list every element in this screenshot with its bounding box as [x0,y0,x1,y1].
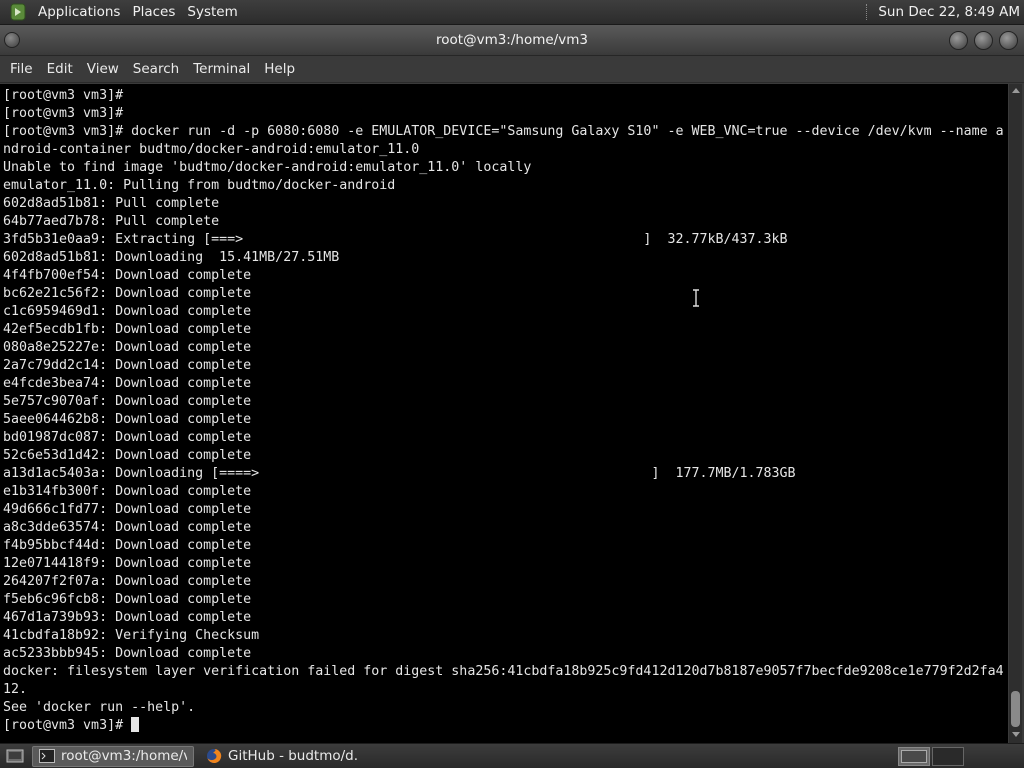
workspace-1[interactable] [898,747,930,766]
terminal-line: 4f4fb700ef54: Download complete [3,268,252,283]
prompt-line[interactable]: [root@vm3 vm3]# [3,717,1006,735]
terminal-line: a13d1ac5403a: Downloading [====> ] 177.7… [3,466,796,481]
terminal-line: 52c6e53d1d42: Download complete [3,448,252,463]
taskbar-item-firefox[interactable]: GitHub - budtmo/d... [200,746,365,767]
terminal-line: bc62e21c56f2: Download complete [3,286,252,301]
menu-edit[interactable]: Edit [40,61,80,77]
terminal-menubar: File Edit View Search Terminal Help [0,56,1024,83]
minimize-icon[interactable] [949,31,968,50]
terminal-line: e1b314fb300f: Download complete [3,484,252,499]
close-icon[interactable] [999,31,1018,50]
terminal-area: [root@vm3 vm3]# [root@vm3 vm3]# [root@vm3 … [0,84,1024,743]
window-menu-icon[interactable] [4,32,20,48]
prompt-text: [root@vm3 vm3]# [3,718,132,733]
system-menu[interactable]: System [181,4,243,20]
terminal-line: 49d666c1fd77: Download complete [3,502,252,517]
terminal-line: ndroid-container budtmo/docker-android:e… [3,142,420,157]
taskbar-item-terminal[interactable]: root@vm3:/home/v... [32,745,194,767]
top-panel: Applications Places System Sun Dec 22, 8… [0,0,1024,25]
ibeam-cursor-icon [693,289,699,307]
places-menu[interactable]: Places [126,4,181,20]
terminal-line: 264207f2f07a: Download complete [3,574,252,589]
terminal-line: emulator_11.0: Pulling from budtmo/docke… [3,178,396,193]
terminal-line: 2a7c79dd2c14: Download complete [3,358,252,373]
panel-clock[interactable]: Sun Dec 22, 8:49 AM [878,4,1024,20]
text-cursor [131,717,140,732]
terminal-line: docker: filesystem layer verification fa… [3,664,1004,679]
terminal-line: 080a8e25227e: Download complete [3,340,252,355]
terminal-line: 64b77aed7b78: Pull complete [3,214,220,229]
terminal-line: f5eb6c96fcb8: Download complete [3,592,252,607]
terminal-line: 3fd5b31e0aa9: Extracting [===> ] 32.77kB… [3,232,788,247]
show-desktop-icon[interactable] [4,747,26,765]
terminal-line: bd01987dc087: Download complete [3,430,252,445]
bottom-taskbar: root@vm3:/home/v... GitHub - budtmo/d... [0,743,1024,768]
terminal-line: 467d1a739b93: Download complete [3,610,252,625]
terminal-line: 5aee064462b8: Download complete [3,412,252,427]
taskbar-item-label: GitHub - budtmo/d... [228,748,359,764]
workspace-window-preview [901,750,927,763]
terminal-line: 602d8ad51b81: Pull complete [3,196,220,211]
terminal-line: 602d8ad51b81: Downloading 15.41MB/27.51M… [3,250,340,265]
menu-file[interactable]: File [3,61,40,77]
terminal-output[interactable]: [root@vm3 vm3]# [root@vm3 vm3]# [root@vm3 … [0,84,1008,743]
window-title: root@vm3:/home/vm3 [436,32,588,48]
terminal-line: 42ef5ecdb1fb: Download complete [3,322,252,337]
terminal-scrollbar[interactable] [1009,84,1022,743]
terminal-line: 5e757c9070af: Download complete [3,394,252,409]
terminal-line: 12e0714418f9: Download complete [3,556,252,571]
terminal-line: c1c6959469d1: Download complete [3,304,252,319]
terminal-line: See 'docker run --help'. [3,700,196,715]
terminal-line: a8c3dde63574: Download complete [3,520,252,535]
window-titlebar[interactable]: root@vm3:/home/vm3 [0,25,1024,56]
panel-separator [866,4,868,20]
terminal-line: [root@vm3 vm3]# docker run -d -p 6080:60… [3,124,1004,139]
scrollbar-thumb[interactable] [1011,691,1020,727]
terminal-line: 41cbdfa18b92: Verifying Checksum [3,628,260,643]
scroll-down-icon[interactable] [1009,729,1022,741]
terminal-line: e4fcde3bea74: Download complete [3,376,252,391]
terminal-icon [39,749,55,763]
menu-terminal[interactable]: Terminal [186,61,257,77]
scroll-up-icon[interactable] [1009,84,1022,96]
workspace-2[interactable] [932,747,964,766]
menu-help[interactable]: Help [257,61,302,77]
window-controls [949,31,1018,50]
firefox-icon [206,748,222,764]
terminal-line: [root@vm3 vm3]# [3,106,124,121]
applications-logo-icon[interactable] [8,2,28,22]
menu-search[interactable]: Search [126,61,186,77]
terminal-line: 12. [3,682,28,697]
terminal-line: [root@vm3 vm3]# [3,88,124,103]
taskbar-item-label: root@vm3:/home/v... [61,748,187,764]
terminal-line: ac5233bbb945: Download complete [3,646,252,661]
terminal-line: f4b95bbcf44d: Download complete [3,538,252,553]
menu-view[interactable]: View [80,61,126,77]
terminal-line: Unable to find image 'budtmo/docker-andr… [3,160,532,175]
terminal-window: root@vm3:/home/vm3 File Edit View Search… [0,25,1024,743]
maximize-icon[interactable] [974,31,993,50]
applications-menu[interactable]: Applications [32,4,126,20]
